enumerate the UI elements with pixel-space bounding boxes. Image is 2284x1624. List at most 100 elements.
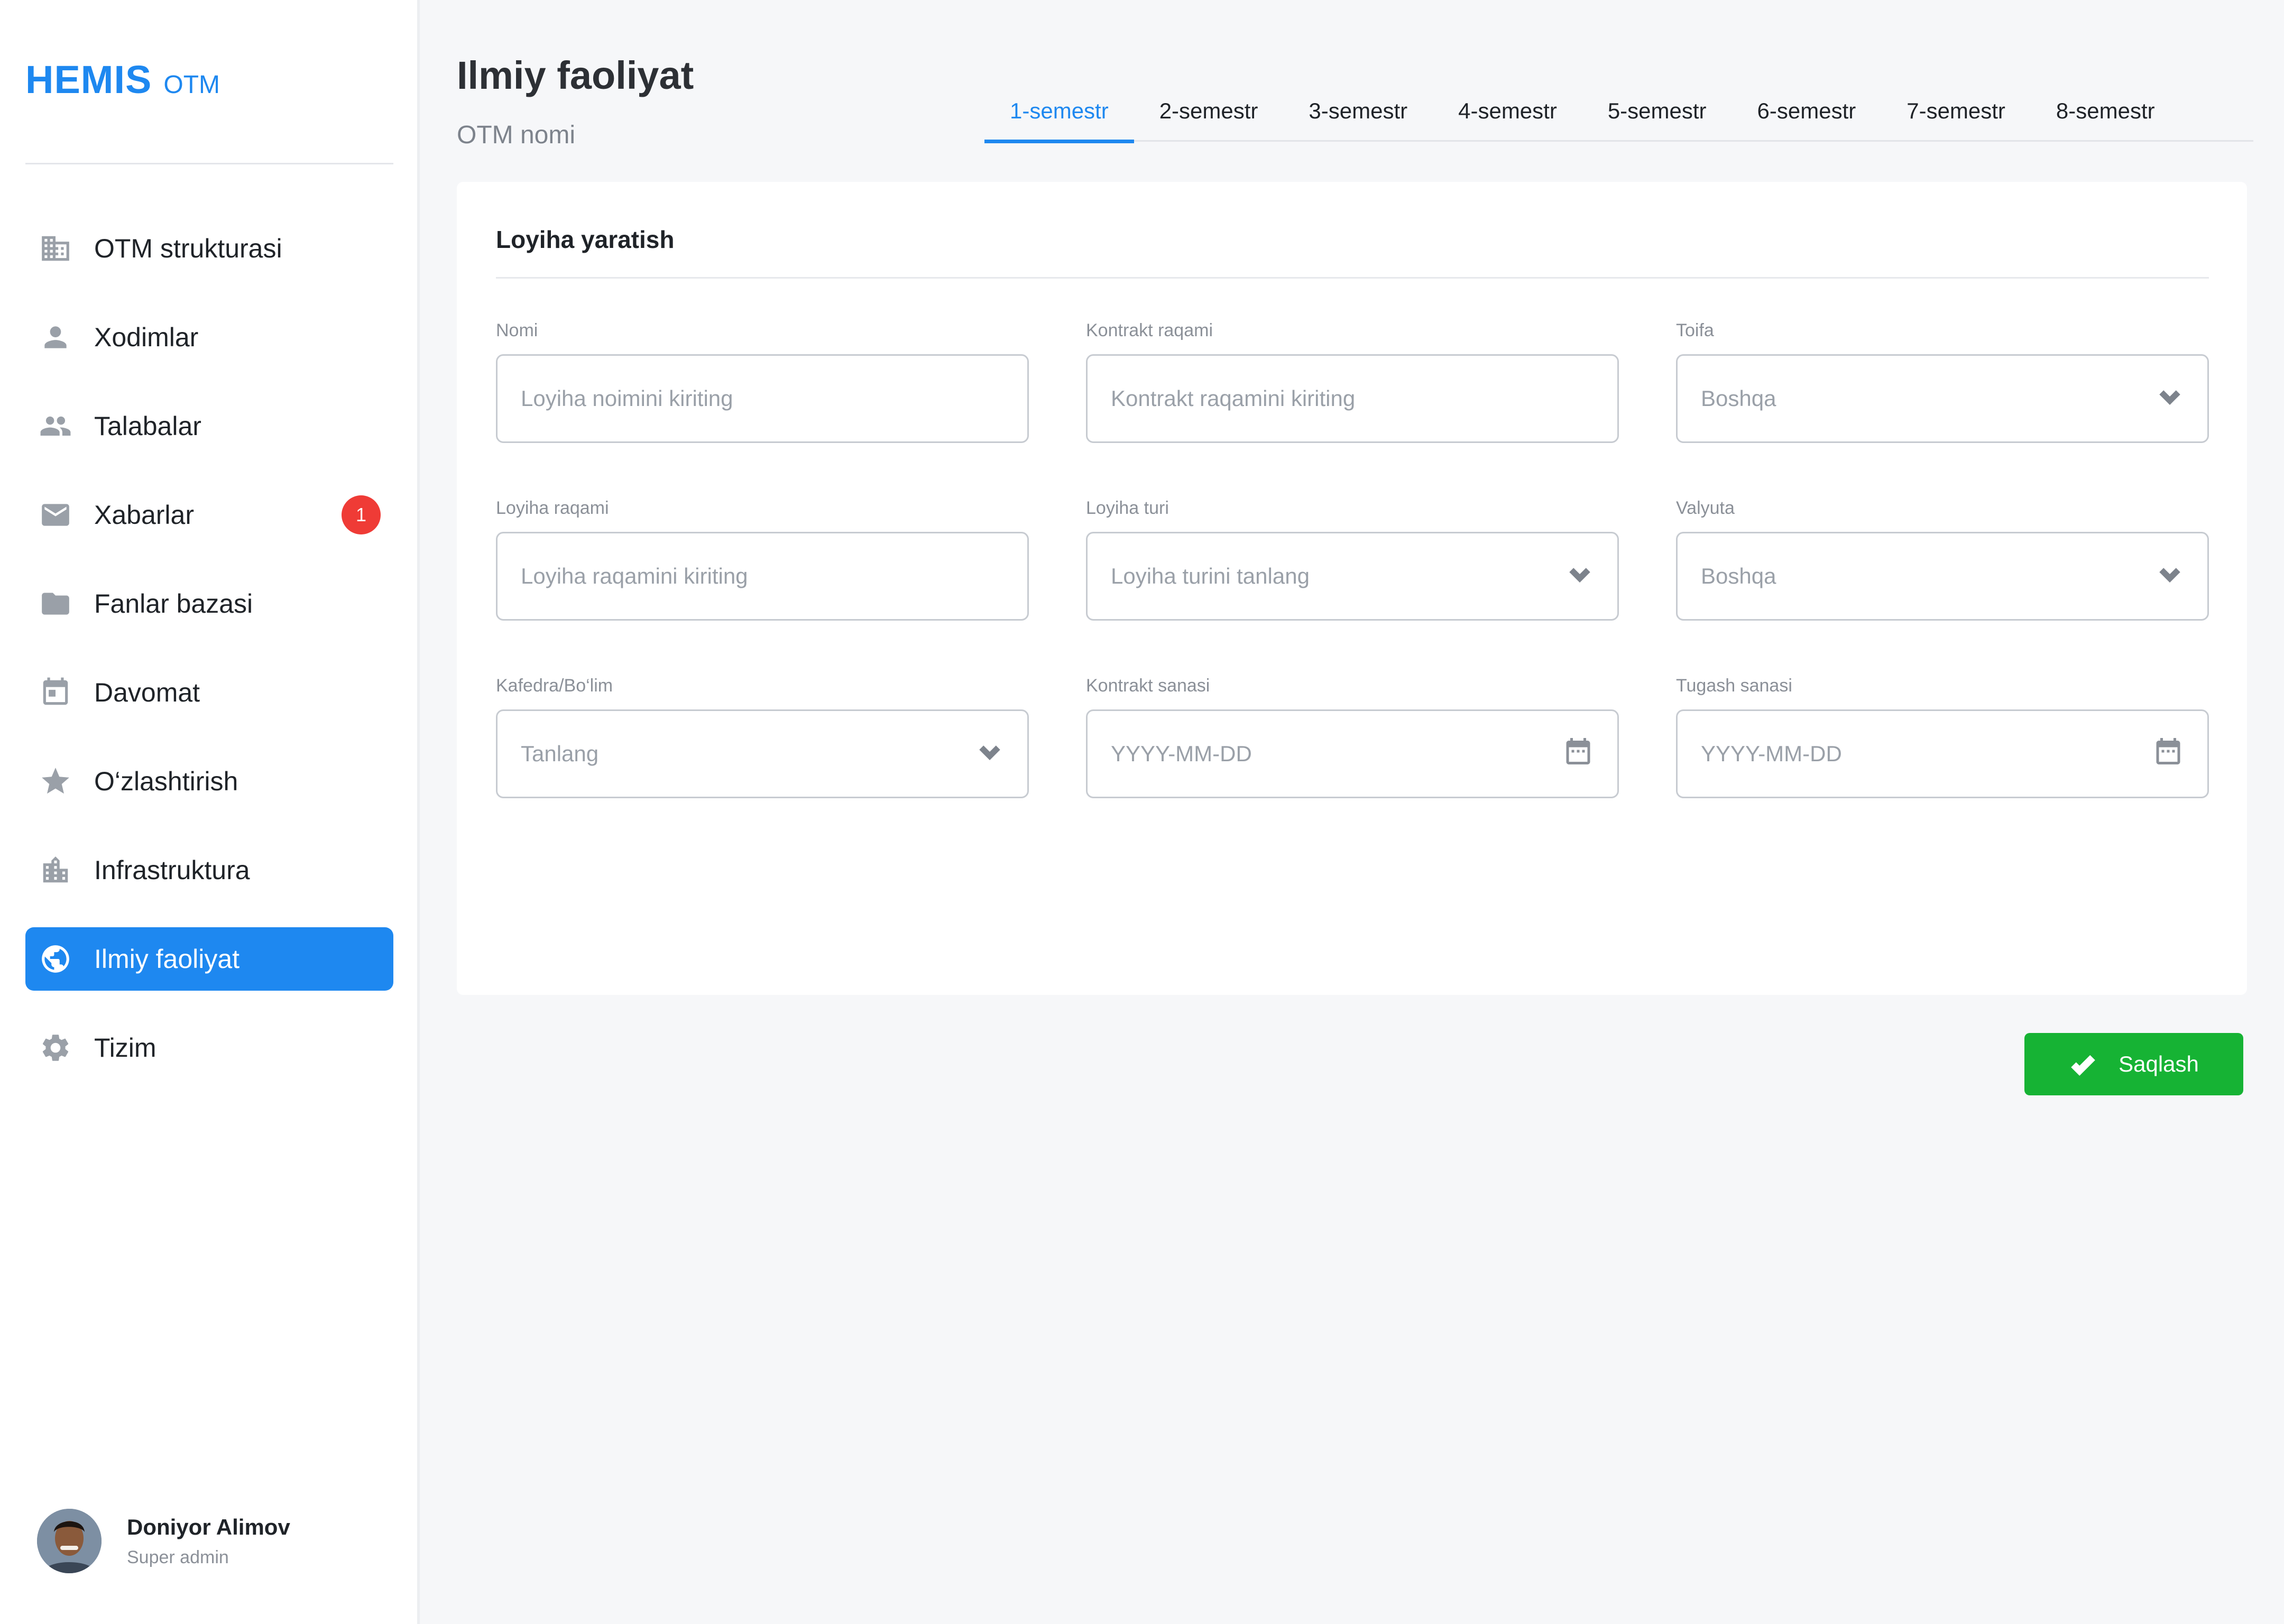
tab-4-semestr[interactable]: 4-semestr: [1433, 93, 1582, 142]
save-button-label: Saqlash: [2119, 1051, 2199, 1076]
field-tugash-sanasi: Tugash sanasi: [1676, 676, 2209, 798]
tab-6-semestr[interactable]: 6-semestr: [1732, 93, 1882, 142]
brand-suffix: OTM: [163, 71, 220, 99]
field-kontrakt-sanasi: Kontrakt sanasi: [1086, 676, 1619, 798]
sidebar-item-infrastruktura[interactable]: Infrastruktura: [25, 838, 393, 902]
nomi-input[interactable]: [521, 386, 1004, 411]
kontrakt-raqami-input-box[interactable]: [1086, 354, 1619, 443]
field-toifa: Toifa Boshqa: [1676, 320, 2209, 443]
kontrakt-sanasi-input[interactable]: [1111, 741, 1562, 767]
chevron-down-icon: [2156, 559, 2184, 593]
sidebar-item-ozlashtirish[interactable]: O‘zlashtirish: [25, 750, 393, 813]
people-icon: [39, 410, 72, 442]
valyuta-select[interactable]: Boshqa: [1676, 532, 2209, 621]
field-label: Loyiha turi: [1086, 498, 1169, 518]
form-divider: [496, 277, 2209, 279]
sidebar-item-label: Fanlar bazasi: [94, 589, 253, 619]
star-icon: [39, 765, 72, 798]
kafedra-selected-value: Tanlang: [521, 741, 599, 766]
field-nomi: Nomi: [496, 320, 1029, 443]
sidebar: HEMIS OTM OTM strukturasi Xodimlar Talab…: [0, 0, 420, 1624]
sidebar-item-tizim[interactable]: Tizim: [25, 1016, 393, 1079]
calendar-icon[interactable]: [1562, 735, 1594, 772]
office-building-icon: [39, 854, 72, 887]
project-form-card: Loyiha yaratish Nomi Kontrakt raqami Toi…: [457, 182, 2247, 995]
field-label: Tugash sanasi: [1676, 676, 1792, 696]
avatar[interactable]: [37, 1509, 102, 1573]
user-role: Super admin: [127, 1547, 229, 1567]
tab-5-semestr[interactable]: 5-semestr: [1582, 93, 1732, 142]
sidebar-nav: OTM strukturasi Xodimlar Talabalar Xabar…: [25, 217, 393, 1105]
sidebar-item-label: Talabalar: [94, 411, 201, 441]
folder-icon: [39, 587, 72, 620]
sidebar-item-otm-strukturasi[interactable]: OTM strukturasi: [25, 217, 393, 280]
user-profile[interactable]: Doniyor Alimov Super admin: [37, 1509, 290, 1573]
sidebar-item-label: Xodimlar: [94, 322, 199, 352]
loyiha-raqami-input[interactable]: [521, 564, 1004, 589]
unread-count-badge: 1: [342, 495, 381, 534]
field-loyiha-turi: Loyiha turi Loyiha turini tanlang: [1086, 498, 1619, 621]
calendar-icon[interactable]: [2152, 735, 2184, 772]
tab-8-semestr[interactable]: 8-semestr: [2031, 93, 2180, 142]
sidebar-item-label: Tizim: [94, 1033, 156, 1063]
tab-3-semestr[interactable]: 3-semestr: [1283, 93, 1433, 142]
kafedra-select[interactable]: Tanlang: [496, 709, 1029, 798]
user-info: Doniyor Alimov Super admin: [127, 1515, 290, 1568]
sidebar-item-xabarlar[interactable]: Xabarlar 1: [25, 483, 393, 547]
chevron-down-icon: [2156, 382, 2184, 416]
page-title: Ilmiy faoliyat: [457, 53, 694, 97]
tab-7-semestr[interactable]: 7-semestr: [1881, 93, 2031, 142]
field-kafedra: Kafedra/Bo‘lim Tanlang: [496, 676, 1029, 798]
field-label: Toifa: [1676, 320, 1714, 340]
calendar-icon: [39, 676, 72, 709]
nomi-input-box[interactable]: [496, 354, 1029, 443]
field-label: Loyiha raqami: [496, 498, 609, 518]
chevron-down-icon: [975, 737, 1004, 771]
sidebar-item-davomat[interactable]: Davomat: [25, 661, 393, 724]
sidebar-item-label: Infrastruktura: [94, 855, 250, 885]
tugash-sanasi-input[interactable]: [1701, 741, 2152, 767]
save-button[interactable]: Saqlash: [2024, 1033, 2243, 1095]
sidebar-item-label: OTM strukturasi: [94, 234, 282, 263]
field-label: Nomi: [496, 320, 538, 340]
gear-icon: [39, 1031, 72, 1064]
sidebar-item-label: Xabarlar: [94, 500, 194, 530]
user-name: Doniyor Alimov: [127, 1514, 290, 1539]
valyuta-selected-value: Boshqa: [1701, 564, 1776, 588]
sidebar-item-talabalar[interactable]: Talabalar: [25, 394, 393, 458]
sidebar-item-label: O‘zlashtirish: [94, 767, 238, 796]
kontrakt-raqami-input[interactable]: [1111, 386, 1594, 411]
sidebar-item-label: Ilmiy faoliyat: [94, 944, 240, 974]
loyiha-turi-selected-value: Loyiha turini tanlang: [1111, 564, 1310, 588]
sidebar-divider: [25, 163, 393, 164]
globe-icon: [39, 943, 72, 975]
field-loyiha-raqami: Loyiha raqami: [496, 498, 1029, 621]
tab-2-semestr[interactable]: 2-semestr: [1134, 93, 1284, 142]
mail-icon: [39, 499, 72, 531]
toifa-selected-value: Boshqa: [1701, 386, 1776, 411]
field-valyuta: Valyuta Boshqa: [1676, 498, 2209, 621]
loyiha-turi-select[interactable]: Loyiha turini tanlang: [1086, 532, 1619, 621]
form-title: Loyiha yaratish: [496, 226, 675, 253]
main-content: Ilmiy faoliyat OTM nomi 1-semestr 2-seme…: [420, 0, 2284, 1624]
field-label: Kontrakt raqami: [1086, 320, 1213, 340]
sidebar-item-fanlar-bazasi[interactable]: Fanlar bazasi: [25, 572, 393, 635]
sidebar-item-label: Davomat: [94, 678, 200, 707]
tugash-sanasi-date-box[interactable]: [1676, 709, 2209, 798]
sidebar-item-xodimlar[interactable]: Xodimlar: [25, 306, 393, 369]
field-label: Valyuta: [1676, 498, 1735, 518]
page-subtitle: OTM nomi: [457, 121, 576, 149]
field-label: Kafedra/Bo‘lim: [496, 676, 613, 696]
building-icon: [39, 232, 72, 265]
person-icon: [39, 321, 72, 354]
tab-1-semestr[interactable]: 1-semestr: [984, 93, 1134, 143]
semester-tabs: 1-semestr 2-semestr 3-semestr 4-semestr …: [984, 93, 2253, 143]
field-kontrakt-raqami: Kontrakt raqami: [1086, 320, 1619, 443]
loyiha-raqami-input-box[interactable]: [496, 532, 1029, 621]
toifa-select[interactable]: Boshqa: [1676, 354, 2209, 443]
sidebar-item-ilmiy-faoliyat[interactable]: Ilmiy faoliyat: [25, 927, 393, 991]
field-label: Kontrakt sanasi: [1086, 676, 1210, 696]
kontrakt-sanasi-date-box[interactable]: [1086, 709, 1619, 798]
check-icon: [2071, 1055, 2095, 1076]
app-root: HEMIS OTM OTM strukturasi Xodimlar Talab…: [0, 0, 2284, 1624]
